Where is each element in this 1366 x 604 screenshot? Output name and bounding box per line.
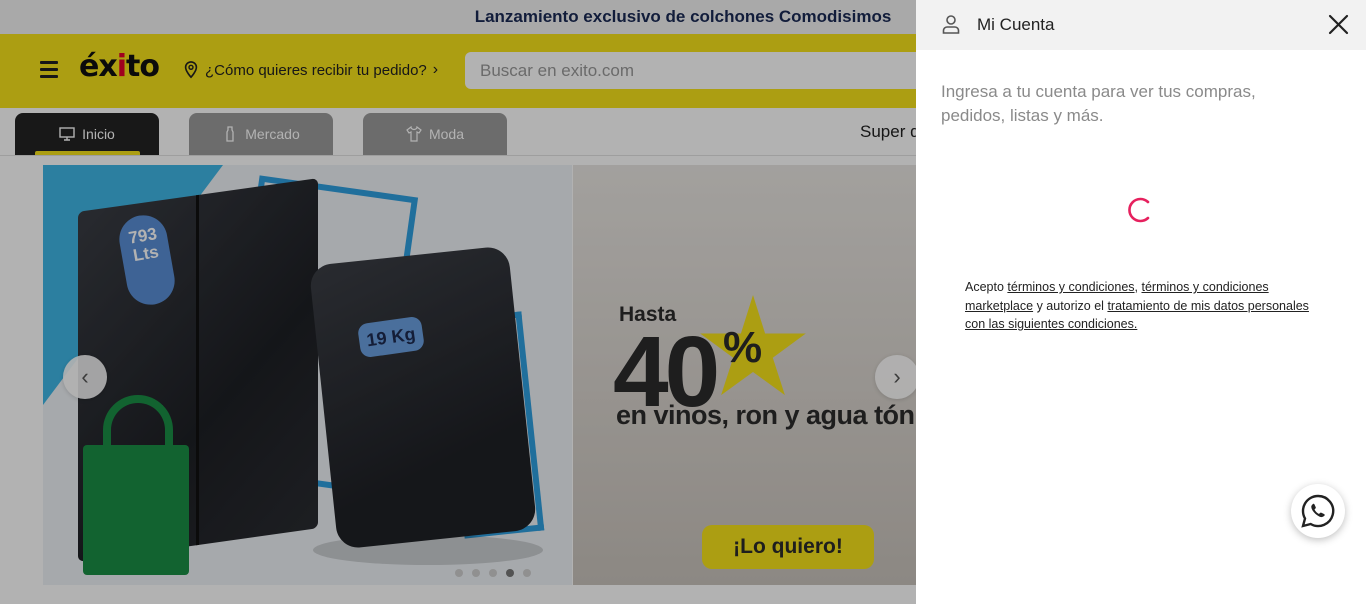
panel-title: Mi Cuenta bbox=[977, 15, 1055, 34]
legal-consent-text: Acepto términos y condiciones, términos … bbox=[965, 278, 1320, 334]
whatsapp-icon bbox=[1301, 494, 1335, 528]
panel-header: Mi Cuenta bbox=[916, 0, 1366, 50]
loading-spinner-icon bbox=[1128, 197, 1150, 223]
user-icon bbox=[942, 15, 960, 34]
legal-separator: , bbox=[1134, 280, 1142, 294]
legal-prefix: Acepto bbox=[965, 280, 1008, 294]
close-icon[interactable] bbox=[1326, 12, 1351, 37]
modal-backdrop[interactable] bbox=[0, 0, 916, 604]
panel-description: Ingresa a tu cuenta para ver tus compras… bbox=[941, 82, 1256, 125]
legal-middle: y autorizo el bbox=[1033, 298, 1108, 313]
terms-link[interactable]: términos y condiciones bbox=[1007, 280, 1134, 294]
whatsapp-button[interactable] bbox=[1291, 484, 1345, 538]
